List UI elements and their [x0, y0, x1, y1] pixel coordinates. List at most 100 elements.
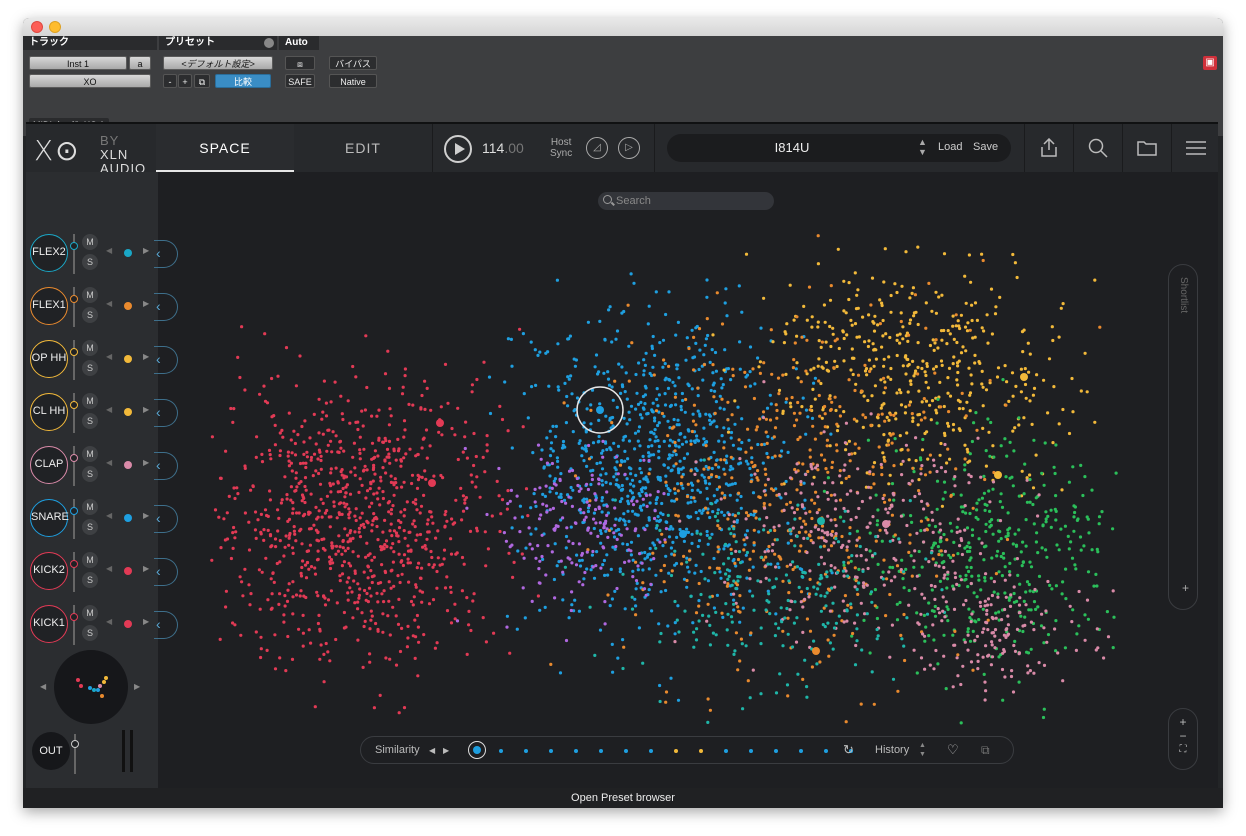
sample-dot[interactable]: [240, 580, 244, 584]
sample-dot[interactable]: [1037, 574, 1042, 578]
sample-dot[interactable]: [684, 397, 688, 402]
sample-dot[interactable]: [862, 581, 866, 585]
channel-fader-knob[interactable]: [70, 613, 78, 621]
sample-dot[interactable]: [1051, 441, 1055, 445]
sample-dot[interactable]: [554, 435, 558, 439]
sample-dot[interactable]: [908, 499, 912, 503]
sample-dot[interactable]: [336, 450, 340, 454]
sample-dot[interactable]: [954, 313, 958, 317]
sample-dot[interactable]: [991, 631, 996, 635]
sample-dot[interactable]: [706, 697, 710, 701]
sample-dot[interactable]: [882, 433, 886, 437]
sample-dot[interactable]: [566, 337, 570, 341]
similarity-prev-icon[interactable]: ◀: [429, 746, 435, 755]
sample-dot[interactable]: [1083, 638, 1087, 642]
sample-dot[interactable]: [883, 386, 888, 390]
sample-dot[interactable]: [659, 511, 663, 515]
sample-dot[interactable]: [935, 507, 939, 511]
sample-dot[interactable]: [916, 322, 920, 327]
sample-dot[interactable]: [948, 394, 953, 398]
sample-dot[interactable]: [675, 535, 679, 539]
sample-dot[interactable]: [785, 502, 789, 506]
sample-dot[interactable]: [465, 596, 469, 600]
sample-dot[interactable]: [363, 464, 367, 468]
sample-dot[interactable]: [814, 466, 818, 470]
sample-dot[interactable]: [722, 426, 726, 430]
plugin-selector[interactable]: XO: [29, 74, 151, 88]
sample-dot[interactable]: [842, 620, 846, 624]
sample-dot[interactable]: [414, 635, 418, 639]
sample-dot[interactable]: [971, 668, 975, 672]
sample-dot[interactable]: [634, 579, 639, 583]
sample-dot[interactable]: [606, 377, 611, 381]
sample-dot[interactable]: [994, 616, 998, 620]
sample-dot[interactable]: [980, 382, 984, 386]
sample-dot[interactable]: [368, 652, 372, 656]
sample-dot[interactable]: [909, 554, 913, 558]
channel-name-button[interactable]: FLEX1: [30, 287, 68, 325]
sample-dot[interactable]: [782, 508, 786, 512]
sample-dot[interactable]: [415, 533, 419, 537]
sample-dot[interactable]: [816, 495, 820, 499]
sample-dot[interactable]: [620, 365, 624, 369]
sample-dot[interactable]: [614, 455, 619, 459]
sample-dot[interactable]: [755, 425, 759, 429]
sample-dot[interactable]: [577, 580, 581, 584]
sample-dot[interactable]: [676, 320, 681, 324]
sample-dot[interactable]: [604, 441, 608, 445]
sample-dot[interactable]: [1024, 396, 1028, 400]
sample-dot[interactable]: [1076, 517, 1080, 521]
sample-dot[interactable]: [799, 491, 803, 495]
sample-dot[interactable]: [1011, 542, 1015, 546]
sample-dot[interactable]: [345, 580, 349, 584]
sample-dot[interactable]: [325, 494, 329, 498]
sample-dot[interactable]: [666, 457, 671, 461]
sample-dot[interactable]: [942, 633, 946, 637]
channel-prev-icon[interactable]: ◀: [106, 299, 112, 308]
sample-dot[interactable]: [439, 405, 443, 409]
sample-dot[interactable]: [959, 578, 964, 582]
sample-dot[interactable]: [899, 514, 904, 518]
sample-dot[interactable]: [333, 380, 337, 384]
sample-dot[interactable]: [883, 528, 888, 532]
sample-dot[interactable]: [370, 523, 374, 527]
sample-dot[interactable]: [666, 492, 670, 496]
sample-dot[interactable]: [545, 510, 549, 514]
sample-dot[interactable]: [955, 656, 959, 660]
sample-dot[interactable]: [556, 342, 560, 346]
sample-dot[interactable]: [1064, 567, 1068, 571]
sample-dot[interactable]: [705, 317, 709, 321]
sample-dot[interactable]: [365, 489, 370, 493]
sample-dot[interactable]: [1051, 338, 1055, 343]
sample-dot[interactable]: [470, 390, 474, 394]
sample-dot[interactable]: [587, 457, 592, 461]
sample-dot[interactable]: [534, 556, 538, 560]
sample-dot[interactable]: [388, 407, 392, 411]
sample-dot[interactable]: [556, 459, 560, 463]
sample-dot[interactable]: [557, 495, 561, 499]
sample-dot[interactable]: [578, 564, 583, 568]
mute-button[interactable]: M: [82, 499, 98, 515]
sample-dot[interactable]: [786, 598, 790, 603]
sample-dot[interactable]: [312, 412, 316, 416]
sample-dot[interactable]: [643, 528, 647, 532]
sample-dot[interactable]: [542, 465, 546, 469]
sample-dot[interactable]: [848, 459, 852, 463]
sample-dot[interactable]: [677, 376, 681, 380]
sample-dot[interactable]: [663, 403, 668, 407]
sample-dot[interactable]: [642, 369, 646, 373]
sample-dot[interactable]: [638, 552, 642, 556]
sample-dot[interactable]: [867, 485, 871, 489]
sample-dot[interactable]: [756, 579, 760, 583]
sample-dot[interactable]: [391, 504, 395, 508]
sample-dot[interactable]: [308, 436, 312, 440]
sample-dot[interactable]: [1012, 643, 1016, 648]
sample-dot[interactable]: [915, 574, 919, 578]
sample-dot[interactable]: [297, 627, 301, 631]
sample-dot[interactable]: [586, 320, 590, 324]
sample-dot[interactable]: [729, 455, 733, 459]
sample-dot[interactable]: [920, 448, 925, 452]
sample-dot[interactable]: [475, 529, 479, 533]
sample-dot[interactable]: [943, 442, 947, 447]
minimize-window-button[interactable]: [49, 21, 61, 33]
